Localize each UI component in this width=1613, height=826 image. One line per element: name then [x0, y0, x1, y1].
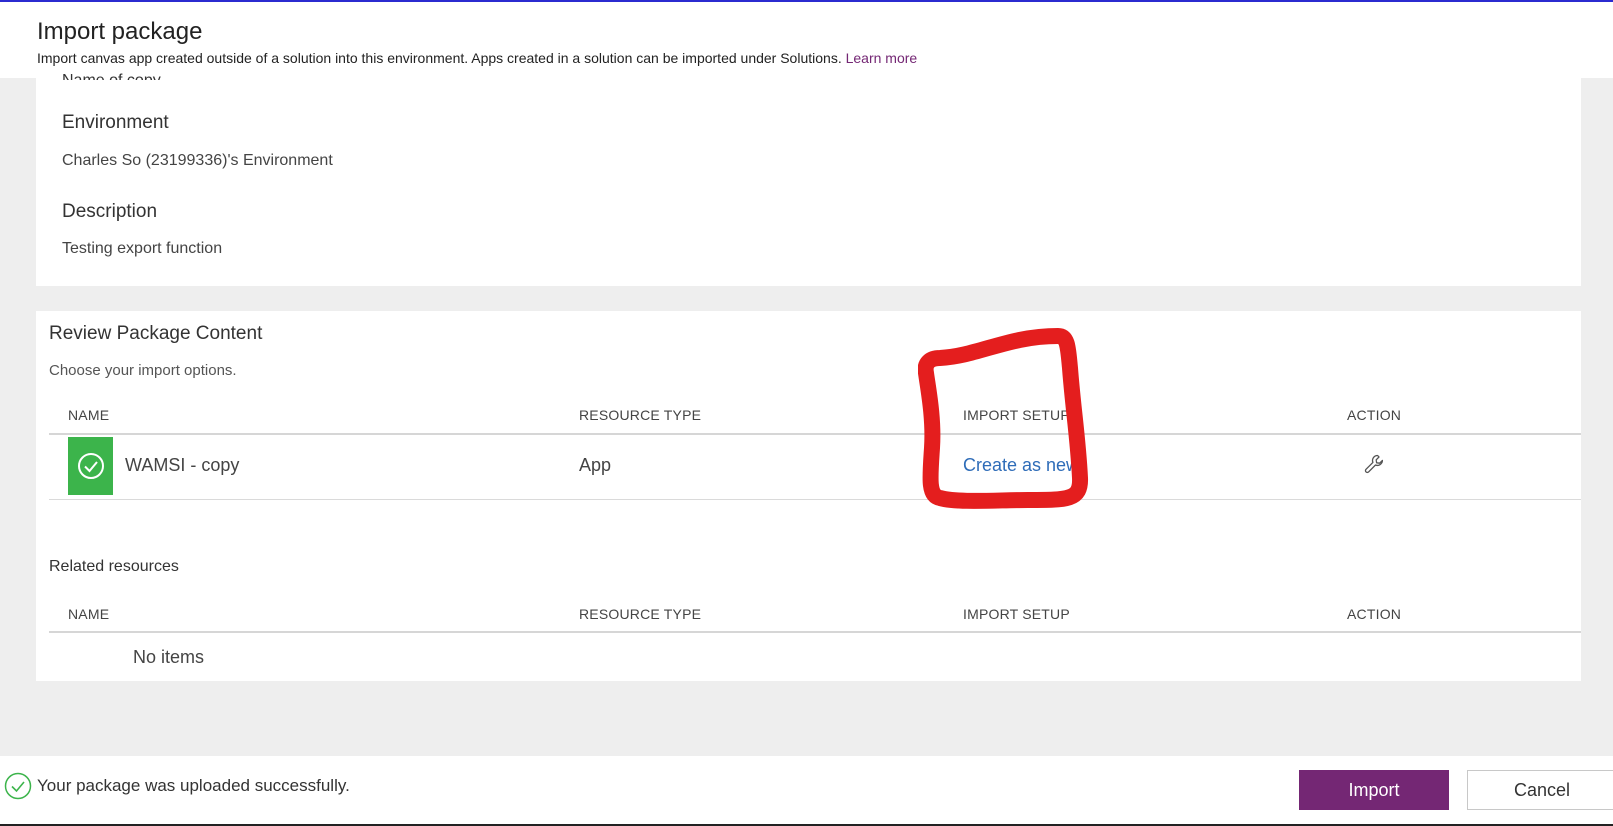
col-header-action: ACTION [1347, 407, 1402, 423]
row-name: WAMSI - copy [125, 455, 240, 475]
environment-label: Environment [62, 112, 169, 133]
related-resources-title: Related resources [49, 558, 179, 575]
row-divider [49, 499, 1581, 500]
page-title: Import package [37, 18, 203, 45]
check-circle-icon [77, 453, 104, 479]
upload-status-text: Your package was uploaded successfully. [37, 776, 350, 795]
row-resource-type: App [579, 455, 612, 475]
related-header-divider [49, 631, 1581, 633]
learn-more-link[interactable]: Learn more [846, 50, 918, 66]
no-items-text: No items [133, 647, 205, 667]
import-package-page: Import package Import canvas app created… [0, 0, 1613, 826]
review-title: Review Package Content [49, 323, 263, 344]
cropped-field-text: Name of copy [62, 70, 161, 80]
page-header: Import package Import canvas app created… [0, 2, 1613, 78]
footer-bar: Your package was uploaded successfully. … [0, 756, 1613, 826]
environment-value: Charles So (23199336)'s Environment [62, 152, 333, 169]
create-as-new-link[interactable]: Create as new [963, 455, 1079, 476]
success-check-icon [4, 772, 32, 800]
description-label: Description [62, 201, 158, 222]
review-subtitle: Choose your import options. [49, 362, 237, 379]
col-header-resource-type: RESOURCE TYPE [579, 407, 702, 423]
related-col-header-action: ACTION [1347, 606, 1402, 622]
package-details-card [36, 78, 1581, 286]
header-divider [49, 433, 1581, 435]
import-button[interactable]: Import [1299, 770, 1449, 810]
col-header-name: NAME [68, 407, 110, 423]
review-package-card [36, 311, 1581, 681]
related-col-header-name: NAME [68, 606, 110, 622]
related-col-header-resource-type: RESOURCE TYPE [579, 606, 702, 622]
status-tile [68, 437, 113, 495]
cropped-field-value: Name of copy [62, 62, 182, 80]
description-value: Testing export function [62, 240, 223, 257]
cancel-button[interactable]: Cancel [1467, 770, 1613, 810]
related-col-header-import-setup: IMPORT SETUP [963, 606, 1070, 622]
col-header-import-setup: IMPORT SETUP [963, 407, 1070, 423]
wrench-icon[interactable] [1362, 452, 1386, 476]
